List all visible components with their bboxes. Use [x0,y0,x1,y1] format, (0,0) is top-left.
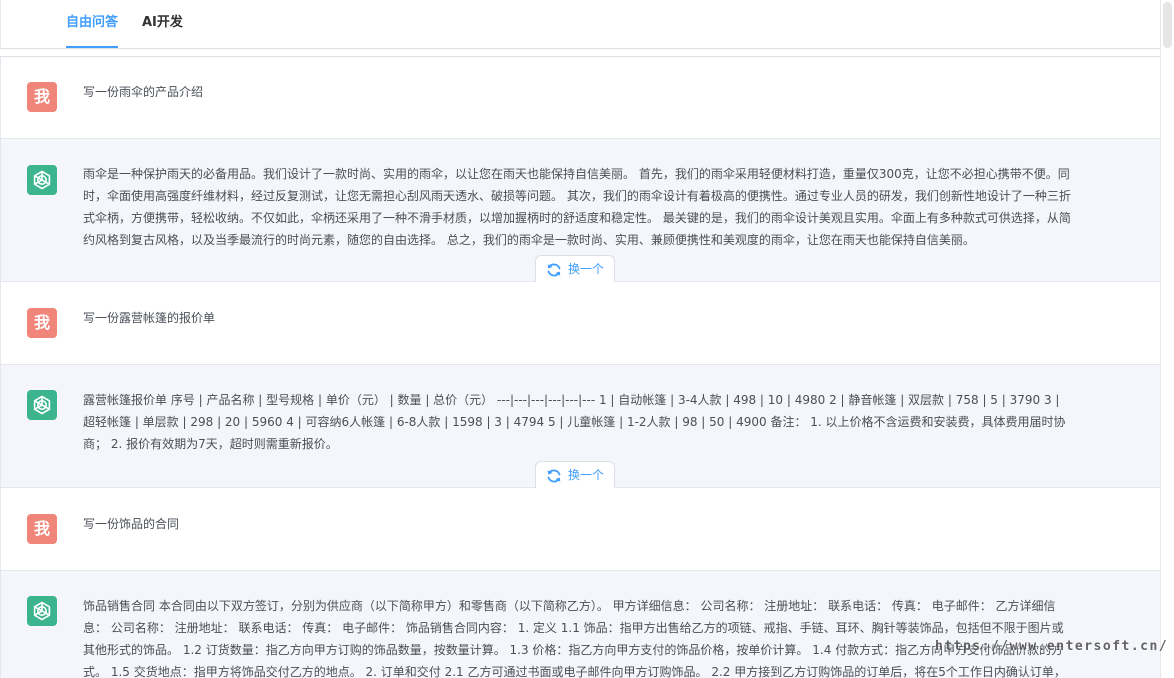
scrollbar[interactable] [1160,0,1174,678]
tab-bar: 自由问答 AI开发信 [0,0,1160,76]
user-message: 我 写一份雨伞的产品介绍 [0,57,1160,139]
app-window: 自由问答 AI开发信 我 写一份雨伞的产品介绍 雨伞是一种保护雨天的必备用品。我… [0,0,1174,678]
chat-list: 我 写一份雨伞的产品介绍 雨伞是一种保护雨天的必备用品。我们设计了一款时尚、实用… [0,56,1160,678]
bot-message: 露营帐篷报价单 序号 | 产品名称 | 型号规格 | 单价（元） | 数量 | … [0,365,1160,488]
user-message: 我 写一份饰品的合同 [0,488,1160,571]
bot-message-text: 露营帐篷报价单 序号 | 产品名称 | 型号规格 | 单价（元） | 数量 | … [83,393,1066,451]
user-avatar: 我 [27,82,57,112]
bot-message-text: 饰品销售合同 本合同由以下双方签订，分别为供应商（以下简称甲方）和零售商（以下简… [83,599,1066,678]
user-message: 我 写一份露营帐篷的报价单 [0,282,1160,365]
scrollbar-thumb[interactable] [1163,2,1172,48]
regenerate-label: 换一个 [568,262,605,276]
regenerate-button[interactable]: 换一个 [535,255,615,282]
regenerate-button[interactable]: 换一个 [535,461,615,488]
chatgpt-icon [27,390,57,420]
user-message-text: 写一份露营帐篷的报价单 [83,311,216,325]
tab-ai-dev-letter[interactable]: AI开发信 [142,0,194,76]
bot-message-text: 雨伞是一种保护雨天的必备用品。我们设计了一款时尚、实用的雨伞，以让您在雨天也能保… [83,167,1071,247]
user-message-text: 写一份饰品的合同 [83,517,180,531]
regenerate-label: 换一个 [568,468,605,482]
refresh-icon [547,263,561,277]
watermark-text: https://www.entersoft.cn/ [935,639,1169,654]
refresh-icon [547,469,561,483]
user-message-text: 写一份雨伞的产品介绍 [83,85,204,99]
chatgpt-icon [27,165,57,195]
chatgpt-icon [27,596,57,626]
user-avatar: 我 [27,308,57,338]
bot-message: 饰品销售合同 本合同由以下双方签订，分别为供应商（以下简称甲方）和零售商（以下简… [0,571,1160,678]
bot-message: 雨伞是一种保护雨天的必备用品。我们设计了一款时尚、实用的雨伞，以让您在雨天也能保… [0,139,1160,282]
user-avatar: 我 [27,514,57,544]
tab-free-qa[interactable]: 自由问答 [66,0,118,48]
